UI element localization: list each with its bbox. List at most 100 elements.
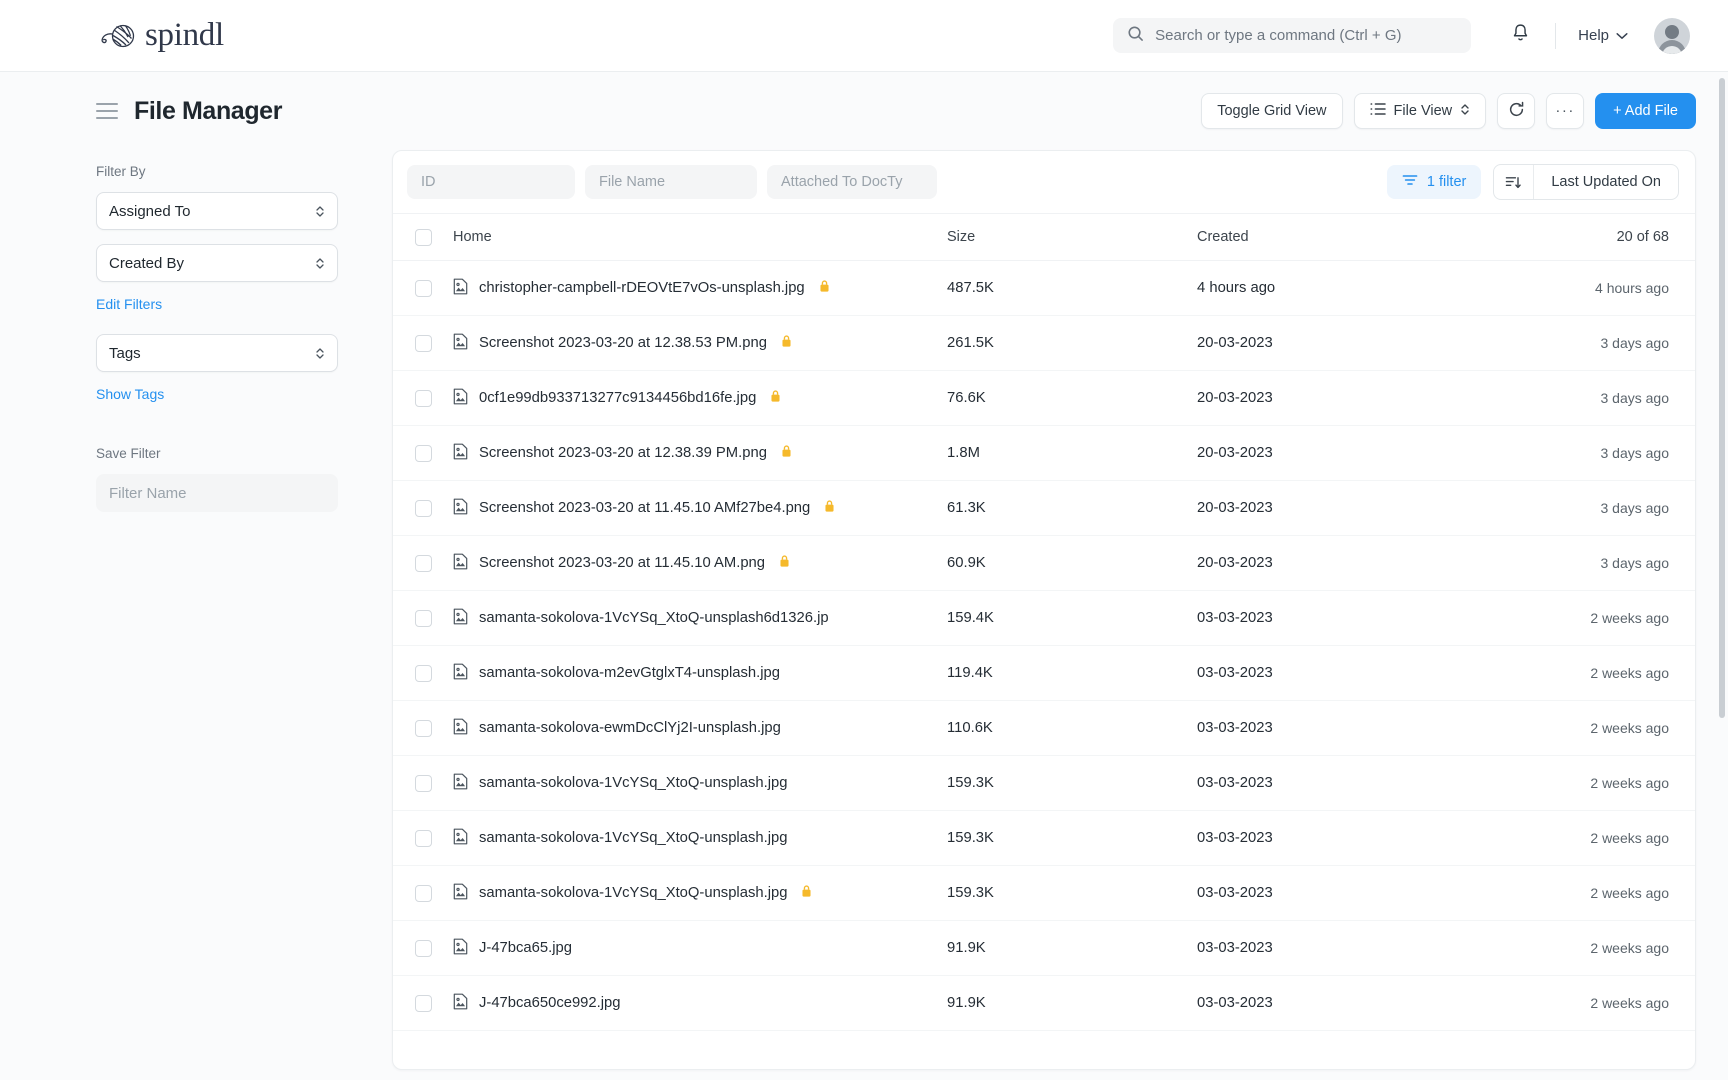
file-name-cell[interactable]: Screenshot 2023-03-20 at 11.45.10 AMf27b… xyxy=(432,498,947,519)
assigned-to-label: Assigned To xyxy=(109,203,190,220)
file-updated-cell: 4 hours ago xyxy=(1497,280,1669,296)
row-checkbox[interactable] xyxy=(415,280,432,297)
file-name-label: Screenshot 2023-03-20 at 12.38.53 PM.png xyxy=(479,335,767,351)
created-by-label: Created By xyxy=(109,255,184,272)
column-header-created[interactable]: Created xyxy=(1197,229,1497,245)
image-file-icon xyxy=(453,938,468,959)
sort-field-label[interactable]: Last Updated On xyxy=(1534,165,1678,199)
file-created-cell: 20-03-2023 xyxy=(1197,390,1497,406)
table-row[interactable]: samanta-sokolova-1VcYSq_XtoQ-unsplash.jp… xyxy=(393,866,1695,921)
table-row[interactable]: J-47bca650ce992.jpg 91.9K 03-03-2023 2 w… xyxy=(393,976,1695,1031)
row-checkbox[interactable] xyxy=(415,390,432,407)
sort-descending-icon[interactable] xyxy=(1494,165,1534,199)
lock-icon xyxy=(781,444,792,462)
row-checkbox[interactable] xyxy=(415,775,432,792)
table-row[interactable]: samanta-sokolova-m2evGtglxT4-unsplash.jp… xyxy=(393,646,1695,701)
filter-id-input[interactable] xyxy=(407,165,575,199)
filter-name-input[interactable] xyxy=(96,474,338,512)
file-name-cell[interactable]: christopher-campbell-rDEOVtE7vOs-unsplas… xyxy=(432,278,947,299)
bell-icon xyxy=(1511,23,1530,48)
table-row[interactable]: Screenshot 2023-03-20 at 11.45.10 AM.png… xyxy=(393,536,1695,591)
file-name-cell[interactable]: Screenshot 2023-03-20 at 12.38.53 PM.png xyxy=(432,333,947,354)
table-row[interactable]: samanta-sokolova-ewmDcClYj2I-unsplash.jp… xyxy=(393,701,1695,756)
row-checkbox[interactable] xyxy=(415,830,432,847)
file-list-card: 1 filter Last Updated On Home Size Creat… xyxy=(392,150,1696,1070)
file-name-cell[interactable]: samanta-sokolova-1VcYSq_XtoQ-unsplash6d1… xyxy=(432,608,947,629)
file-name-cell[interactable]: samanta-sokolova-1VcYSq_XtoQ-unsplash.jp… xyxy=(432,773,947,794)
row-checkbox[interactable] xyxy=(415,885,432,902)
avatar[interactable] xyxy=(1654,18,1690,54)
row-checkbox[interactable] xyxy=(415,445,432,462)
table-row[interactable]: Screenshot 2023-03-20 at 11.45.10 AMf27b… xyxy=(393,481,1695,536)
table-row[interactable]: Screenshot 2023-03-20 at 12.38.39 PM.png… xyxy=(393,426,1695,481)
hamburger-menu-icon[interactable] xyxy=(96,103,118,119)
row-checkbox[interactable] xyxy=(415,500,432,517)
file-name-cell[interactable]: J-47bca650ce992.jpg xyxy=(432,993,947,1014)
file-updated-cell: 2 weeks ago xyxy=(1497,610,1669,626)
row-checkbox[interactable] xyxy=(415,720,432,737)
row-checkbox[interactable] xyxy=(415,940,432,957)
file-name-cell[interactable]: J-47bca65.jpg xyxy=(432,938,947,959)
file-created-cell: 03-03-2023 xyxy=(1197,665,1497,681)
assigned-to-select[interactable]: Assigned To xyxy=(96,192,338,230)
file-name-label: samanta-sokolova-1VcYSq_XtoQ-unsplash.jp… xyxy=(479,830,787,846)
table-filter-actions: 1 filter Last Updated On xyxy=(1387,164,1679,200)
file-size-cell: 159.3K xyxy=(947,885,1197,901)
select-all-checkbox[interactable] xyxy=(415,229,432,246)
file-name-cell[interactable]: 0cf1e99db933713277c9134456bd16fe.jpg xyxy=(432,388,947,409)
image-file-icon xyxy=(453,883,468,904)
active-filter-chip[interactable]: 1 filter xyxy=(1387,165,1482,199)
row-checkbox[interactable] xyxy=(415,995,432,1012)
more-options-button[interactable]: ··· xyxy=(1546,93,1584,129)
row-checkbox[interactable] xyxy=(415,665,432,682)
help-menu-button[interactable]: Help xyxy=(1574,23,1632,48)
edit-filters-link[interactable]: Edit Filters xyxy=(96,296,338,312)
file-name-cell[interactable]: samanta-sokolova-1VcYSq_XtoQ-unsplash.jp… xyxy=(432,883,947,904)
table-row[interactable]: samanta-sokolova-1VcYSq_XtoQ-unsplash.jp… xyxy=(393,756,1695,811)
file-name-cell[interactable]: samanta-sokolova-m2evGtglxT4-unsplash.jp… xyxy=(432,663,947,684)
toggle-grid-view-button[interactable]: Toggle Grid View xyxy=(1201,93,1342,129)
page-title: File Manager xyxy=(134,97,282,126)
yarn-ball-icon xyxy=(96,20,138,52)
table-row[interactable]: samanta-sokolova-1VcYSq_XtoQ-unsplash.jp… xyxy=(393,811,1695,866)
page-scrollbar[interactable] xyxy=(1719,78,1725,718)
lock-icon xyxy=(779,554,790,572)
filter-file-name-input[interactable] xyxy=(585,165,757,199)
table-row[interactable]: 0cf1e99db933713277c9134456bd16fe.jpg 76.… xyxy=(393,371,1695,426)
sort-control[interactable]: Last Updated On xyxy=(1493,164,1679,200)
hamburger-line xyxy=(96,110,118,112)
file-size-cell: 159.3K xyxy=(947,830,1197,846)
file-name-cell[interactable]: samanta-sokolova-1VcYSq_XtoQ-unsplash.jp… xyxy=(432,828,947,849)
file-created-cell: 4 hours ago xyxy=(1197,280,1497,296)
global-search[interactable]: Search or type a command (Ctrl + G) xyxy=(1113,18,1471,53)
filter-attached-to-input[interactable] xyxy=(767,165,937,199)
file-size-cell: 159.4K xyxy=(947,610,1197,626)
table-row[interactable]: christopher-campbell-rDEOVtE7vOs-unsplas… xyxy=(393,261,1695,316)
notifications-button[interactable] xyxy=(1503,19,1537,53)
tags-select[interactable]: Tags xyxy=(96,334,338,372)
file-name-cell[interactable]: samanta-sokolova-ewmDcClYj2I-unsplash.jp… xyxy=(432,718,947,739)
file-name-cell[interactable]: Screenshot 2023-03-20 at 11.45.10 AM.png xyxy=(432,553,947,574)
table-row[interactable]: J-47bca65.jpg 91.9K 03-03-2023 2 weeks a… xyxy=(393,921,1695,976)
row-checkbox[interactable] xyxy=(415,555,432,572)
row-checkbox[interactable] xyxy=(415,610,432,627)
file-created-cell: 03-03-2023 xyxy=(1197,775,1497,791)
brand-logo[interactable]: spindl xyxy=(96,17,224,54)
file-created-cell: 03-03-2023 xyxy=(1197,720,1497,736)
file-name-cell[interactable]: Screenshot 2023-03-20 at 12.38.39 PM.png xyxy=(432,443,947,464)
file-name-label: J-47bca650ce992.jpg xyxy=(479,995,621,1011)
add-file-button[interactable]: + Add File xyxy=(1595,93,1696,129)
hamburger-line xyxy=(96,103,118,105)
table-row[interactable]: samanta-sokolova-1VcYSq_XtoQ-unsplash6d1… xyxy=(393,591,1695,646)
column-header-size[interactable]: Size xyxy=(947,229,1197,245)
column-header-name[interactable]: Home xyxy=(432,229,947,245)
file-size-cell: 487.5K xyxy=(947,280,1197,296)
refresh-button[interactable] xyxy=(1497,93,1535,129)
row-checkbox[interactable] xyxy=(415,335,432,352)
file-view-select[interactable]: File View xyxy=(1354,93,1487,129)
show-tags-link[interactable]: Show Tags xyxy=(96,386,338,402)
created-by-select[interactable]: Created By xyxy=(96,244,338,282)
avatar-head xyxy=(1665,25,1679,39)
file-created-cell: 20-03-2023 xyxy=(1197,500,1497,516)
table-row[interactable]: Screenshot 2023-03-20 at 12.38.53 PM.png… xyxy=(393,316,1695,371)
